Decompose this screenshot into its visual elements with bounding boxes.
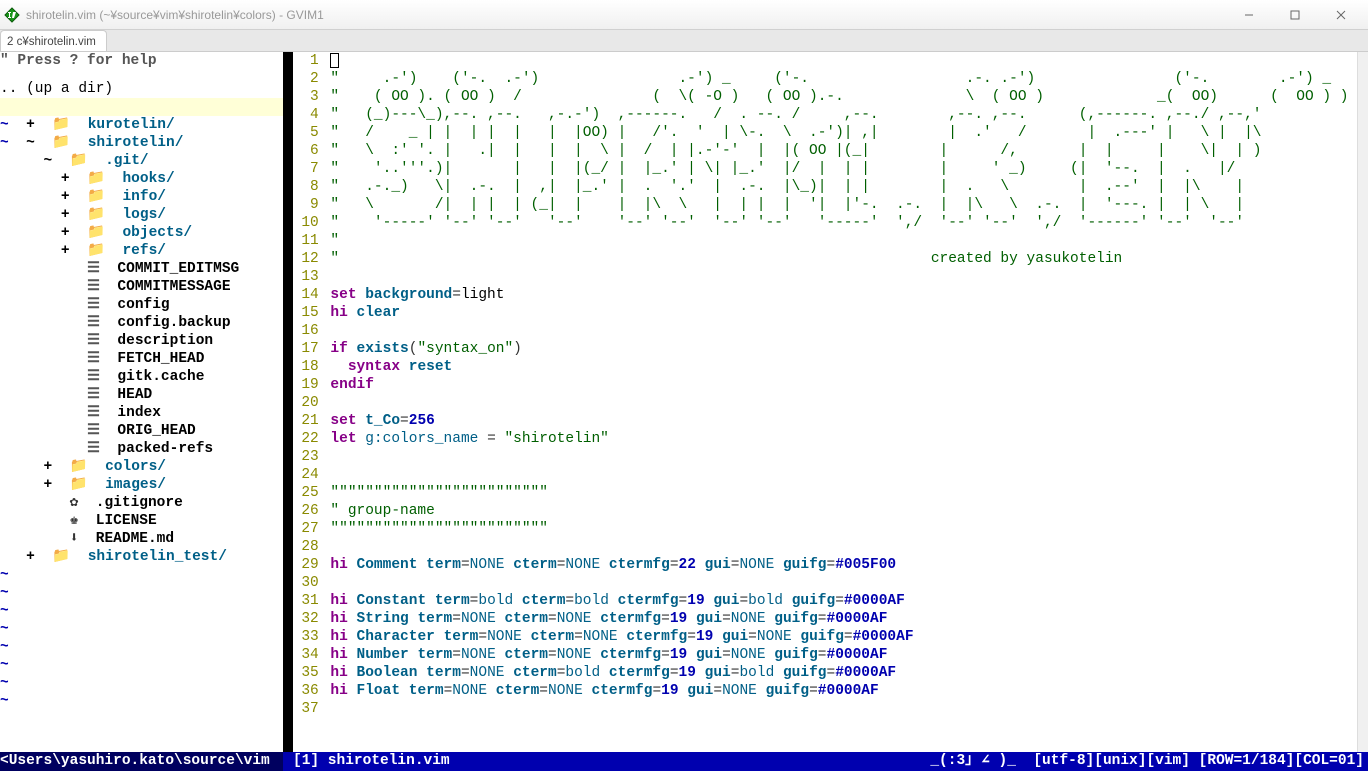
tab-label: 2 c¥shirotelin.vim [7, 36, 96, 48]
tree-item[interactable]: ~ + 📁 kurotelin/ [0, 116, 283, 134]
tree-item[interactable]: + 📁 objects/ [0, 224, 283, 242]
tree-item[interactable]: ☰ ORIG_HEAD [0, 422, 283, 440]
tree-item[interactable]: + 📁 shirotelin_test/ [0, 548, 283, 566]
tree-item[interactable]: ☰ HEAD [0, 386, 283, 404]
tree-item[interactable]: + 📁 images/ [0, 476, 283, 494]
scrollbar[interactable] [1357, 52, 1368, 752]
tree-item[interactable]: ☰ FETCH_HEAD [0, 350, 283, 368]
minimize-button[interactable] [1226, 0, 1272, 30]
tree-item[interactable]: + 📁 refs/ [0, 242, 283, 260]
tree-item[interactable]: ☰ description [0, 332, 283, 350]
tree-item[interactable]: ~ ~ 📁 shirotelin/ [0, 134, 283, 152]
tab-shirotelin[interactable]: 2 c¥shirotelin.vim [0, 30, 107, 51]
tree-item[interactable]: ☰ config.backup [0, 314, 283, 332]
tree-item[interactable]: + 📁 colors/ [0, 458, 283, 476]
maximize-button[interactable] [1272, 0, 1318, 30]
titlebar: shirotelin.vim (~¥source¥vim¥shirotelin¥… [0, 0, 1368, 30]
line-number-gutter: 1234567891011121314151617181920212223242… [293, 52, 322, 752]
vim-app-icon [4, 7, 20, 23]
window-title: shirotelin.vim (~¥source¥vim¥shirotelin¥… [26, 8, 1226, 22]
tree-item[interactable]: ♚ LICENSE [0, 512, 283, 530]
status-left: <Users\yasuhiro.kato\source\vim [0, 752, 283, 771]
tree-item[interactable]: + 📁 info/ [0, 188, 283, 206]
tree-item[interactable]: + 📁 hooks/ [0, 170, 283, 188]
tree-item[interactable]: ☰ COMMIT_EDITMSG [0, 260, 283, 278]
tree-item[interactable]: ✿ .gitignore [0, 494, 283, 512]
file-tree-sidebar[interactable]: " Press ? for help.. (up a dir)~ + 📁 kur… [0, 52, 283, 752]
tree-item[interactable]: + 📁 logs/ [0, 206, 283, 224]
status-file: [1] shirotelin.vim [293, 752, 450, 771]
editor-pane[interactable]: 1234567891011121314151617181920212223242… [293, 52, 1368, 752]
tree-item[interactable]: ☰ index [0, 404, 283, 422]
split-separator[interactable] [283, 52, 293, 752]
tree-item[interactable]: ☰ gitk.cache [0, 368, 283, 386]
status-bar: <Users\yasuhiro.kato\source\vim [1] shir… [0, 752, 1368, 771]
tree-item[interactable]: ☰ packed-refs [0, 440, 283, 458]
close-button[interactable] [1318, 0, 1364, 30]
status-right: _(:3｣ ∠ )_ [utf-8][unix][vim] [ROW=1/184… [930, 752, 1368, 771]
tree-item[interactable]: ☰ COMMITMESSAGE [0, 278, 283, 296]
tree-item[interactable]: ☰ config [0, 296, 283, 314]
code-area[interactable]: " .-') ('-. .-') .-') _ ('-. .-. .-') ('… [322, 52, 1357, 752]
tab-bar: 2 c¥shirotelin.vim [0, 30, 1368, 52]
tree-item[interactable]: ⬇ README.md [0, 530, 283, 548]
tree-item[interactable]: ~ 📁 .git/ [0, 152, 283, 170]
